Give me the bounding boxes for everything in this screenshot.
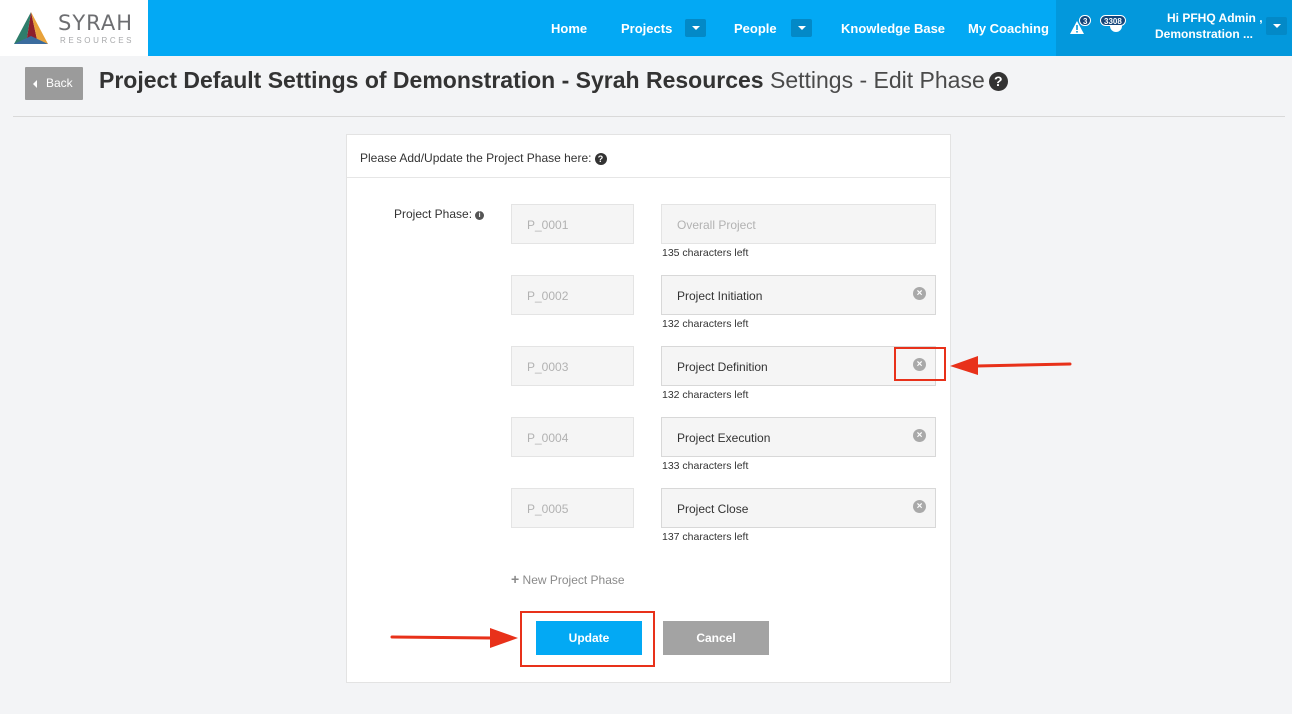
phase-name-field[interactable]: Project Close bbox=[661, 488, 936, 528]
chars-left-hint: 132 characters left bbox=[662, 318, 749, 330]
back-button[interactable]: Back bbox=[25, 67, 83, 100]
project-phase-label: Project Phase: i bbox=[394, 207, 485, 221]
cancel-button[interactable]: Cancel bbox=[663, 621, 769, 655]
logo-tagline: RESOURCES bbox=[60, 36, 135, 45]
projects-dropdown-caret-icon[interactable] bbox=[685, 19, 706, 37]
phase-name-field: Overall Project bbox=[661, 204, 936, 244]
phase-name-field[interactable]: Project Execution bbox=[661, 417, 936, 457]
chars-left-hint: 135 characters left bbox=[662, 247, 749, 259]
page-help-icon[interactable]: ? bbox=[988, 72, 1008, 91]
people-dropdown-caret-icon[interactable] bbox=[791, 19, 812, 37]
header-divider bbox=[13, 116, 1285, 117]
info-icon[interactable]: i bbox=[475, 211, 485, 220]
logo[interactable]: SYRAH RESOURCES bbox=[0, 0, 148, 56]
chars-left-hint: 132 characters left bbox=[662, 389, 749, 401]
remove-phase-icon[interactable]: × bbox=[913, 287, 926, 300]
phase-code-field: P_0005 bbox=[511, 488, 634, 528]
project-phase-label-text: Project Phase: bbox=[394, 207, 473, 221]
nav-knowledge-base[interactable]: Knowledge Base bbox=[841, 21, 945, 36]
chars-left-hint: 133 characters left bbox=[662, 460, 749, 472]
coaching-count-badge: 3308 bbox=[1100, 15, 1126, 26]
panel-heading: Please Add/Update the Project Phase here… bbox=[360, 151, 607, 165]
page-title-section: Settings - Edit Phase bbox=[769, 67, 985, 93]
remove-phase-icon[interactable]: × bbox=[913, 500, 926, 513]
syrah-logo-mark-icon bbox=[14, 12, 48, 44]
new-project-phase-label: New Project Phase bbox=[522, 573, 625, 587]
nav-my-coaching[interactable]: My Coaching bbox=[968, 21, 1049, 36]
annotation-arrow-icon bbox=[390, 628, 518, 648]
new-project-phase-link[interactable]: + New Project Phase bbox=[511, 571, 625, 587]
remove-phase-icon[interactable]: × bbox=[913, 429, 926, 442]
nav-people[interactable]: People bbox=[734, 21, 777, 36]
phase-code-field: P_0001 bbox=[511, 204, 634, 244]
annotation-arrow-icon bbox=[950, 356, 1072, 375]
phase-code-field: P_0004 bbox=[511, 417, 634, 457]
user-greeting[interactable]: Hi PFHQ Admin , bbox=[1167, 11, 1263, 25]
user-organization[interactable]: Demonstration ... bbox=[1155, 27, 1253, 41]
phase-code-field: P_0002 bbox=[511, 275, 634, 315]
logo-wordmark: SYRAH bbox=[58, 11, 134, 35]
panel-header: Please Add/Update the Project Phase here… bbox=[347, 135, 950, 178]
user-menu-caret-icon[interactable] bbox=[1266, 17, 1287, 35]
page-title: Project Default Settings of Demonstratio… bbox=[99, 67, 1008, 94]
phase-name-field[interactable]: Project Initiation bbox=[661, 275, 936, 315]
back-button-label: Back bbox=[46, 76, 73, 90]
top-navigation-bar: SYRAH RESOURCES Home Projects People Kno… bbox=[0, 0, 1292, 56]
annotation-highlight-update bbox=[520, 611, 655, 667]
chars-left-hint: 137 characters left bbox=[662, 531, 749, 543]
panel-heading-text: Please Add/Update the Project Phase here… bbox=[360, 151, 592, 165]
nav-home[interactable]: Home bbox=[551, 21, 587, 36]
back-caret-icon bbox=[33, 80, 37, 88]
panel-help-icon[interactable]: ? bbox=[594, 153, 607, 165]
nav-projects[interactable]: Projects bbox=[621, 21, 672, 36]
page-title-project: Project Default Settings of Demonstratio… bbox=[99, 67, 764, 93]
phase-code-field: P_0003 bbox=[511, 346, 634, 386]
plus-icon: + bbox=[511, 571, 520, 587]
annotation-highlight-remove bbox=[894, 347, 946, 381]
